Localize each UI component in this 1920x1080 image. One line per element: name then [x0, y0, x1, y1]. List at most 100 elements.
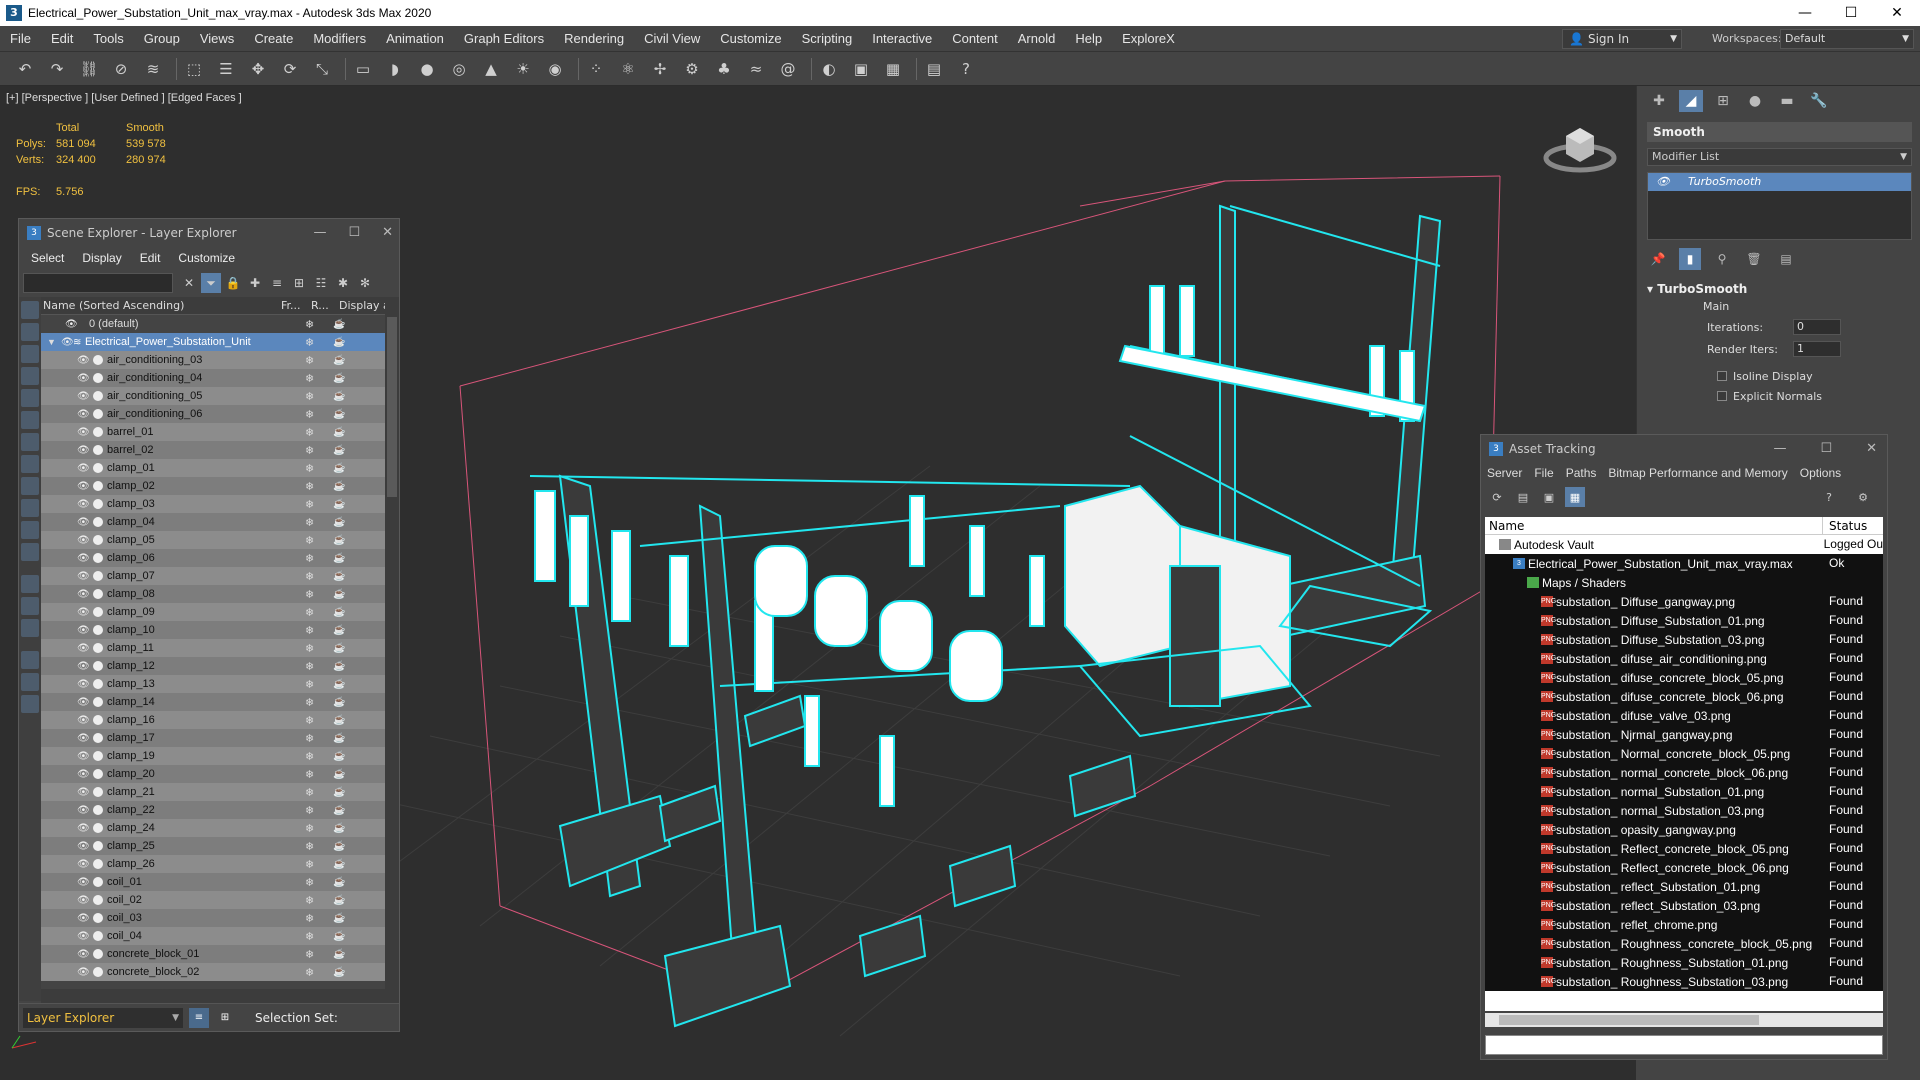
viewport-label[interactable]: [+] [Perspective ] [User Defined ] [Edge… [6, 92, 242, 104]
search-input[interactable] [23, 273, 173, 293]
table-row[interactable]: PNG substation_ normal_Substation_01.png F… [1485, 782, 1883, 801]
menu-file[interactable]: File [0, 31, 41, 46]
iterations-spinner[interactable]: 0 [1793, 319, 1841, 335]
menu-create[interactable]: Create [244, 31, 303, 46]
maximize-button[interactable]: ☐ [1828, 0, 1874, 26]
freeze-icon[interactable]: ❄ [305, 966, 314, 979]
hair-icon[interactable]: ≈ [743, 56, 769, 82]
eye-icon[interactable]: 👁 [77, 391, 90, 402]
freeze-icon[interactable]: ❄ [305, 390, 314, 403]
horizontal-scrollbar[interactable] [1485, 1013, 1883, 1027]
eye-icon[interactable]: 👁 [77, 679, 90, 690]
undo-icon[interactable]: ↶ [12, 56, 38, 82]
workspace-select[interactable]: Default ▼ [1780, 29, 1914, 49]
list-item[interactable]: 👁 clamp_08 ❄ ☕ [41, 585, 399, 603]
create-tab-icon[interactable]: ✚ [1647, 90, 1671, 112]
list-item[interactable]: 👁 clamp_14 ❄ ☕ [41, 693, 399, 711]
isoline-display-checkbox[interactable]: Isoline Display [1717, 366, 1912, 386]
render-icon[interactable]: ☕ [333, 859, 345, 870]
gear-icon[interactable]: ⚙ [679, 56, 705, 82]
list-item[interactable]: 👁 air_conditioning_04 ❄ ☕ [41, 369, 399, 387]
list-item[interactable]: 👁 air_conditioning_03 ❄ ☕ [41, 351, 399, 369]
stack-icon[interactable]: ☷ [311, 273, 331, 293]
freeze-icon[interactable]: ❄ [305, 318, 314, 331]
render-iters-spinner[interactable]: 1 [1793, 341, 1841, 357]
render-icon[interactable]: ☕ [333, 427, 345, 438]
cone-icon[interactable]: ◗ [382, 56, 408, 82]
menu-group[interactable]: Group [134, 31, 190, 46]
layers-icon[interactable]: ≡ [267, 273, 287, 293]
settings-icon[interactable]: ⚙ [1853, 487, 1873, 507]
close-button[interactable]: ✕ [1866, 441, 1877, 456]
table-row[interactable]: PNG substation_ Njrmal_gangway.png Found [1485, 725, 1883, 744]
freeze-icon[interactable]: ❄ [305, 426, 314, 439]
frame-buffer-icon[interactable]: ▤ [921, 56, 947, 82]
eye-icon[interactable]: 👁 [77, 463, 90, 474]
freeze-icon[interactable]: ❄ [305, 462, 314, 475]
eye-icon[interactable]: 👁 [77, 877, 90, 888]
eye-icon[interactable]: 👁 [77, 571, 90, 582]
minimize-button[interactable]: — [1782, 0, 1828, 26]
table-row[interactable]: Maps / Shaders [1485, 573, 1883, 592]
menu-animation[interactable]: Animation [376, 31, 454, 46]
table-row[interactable]: PNG substation_ opasity_gangway.png Found [1485, 820, 1883, 839]
menu-graph-editors[interactable]: Graph Editors [454, 31, 554, 46]
freeze-icon[interactable]: ❄ [305, 714, 314, 727]
list-item[interactable]: 👁 clamp_21 ❄ ☕ [41, 783, 399, 801]
table-row[interactable]: PNG substation_ Diffuse_gangway.png Found [1485, 592, 1883, 611]
redo-icon[interactable]: ↷ [44, 56, 70, 82]
funnel-icon[interactable] [21, 673, 39, 691]
render-icon[interactable]: ☕ [333, 697, 345, 708]
column-status[interactable]: Status [1823, 517, 1867, 534]
render-icon[interactable]: ☕ [333, 769, 345, 780]
list-item[interactable]: 👁 clamp_09 ❄ ☕ [41, 603, 399, 621]
display-containers-icon[interactable] [21, 499, 39, 517]
table-row[interactable]: PNG substation_ Normal_concrete_block_05.… [1485, 744, 1883, 763]
freeze-icon[interactable]: ❄ [305, 930, 314, 943]
freeze-icon[interactable]: ❄ [305, 552, 314, 565]
render-icon[interactable]: ☕ [333, 715, 345, 726]
eye-icon[interactable]: 👁 [77, 733, 90, 744]
remove-modifier-icon[interactable]: 🗑 [1743, 248, 1765, 270]
menu-paths[interactable]: Paths [1566, 466, 1597, 480]
list-item[interactable]: 👁 clamp_17 ❄ ☕ [41, 729, 399, 747]
eye-icon[interactable]: 👁 [77, 751, 90, 762]
menu-customize[interactable]: Customize [178, 251, 235, 265]
filter-icon[interactable]: ⏷ [201, 273, 221, 293]
render-icon[interactable]: ☕ [333, 751, 345, 762]
list-item[interactable]: 👁 coil_03 ❄ ☕ [41, 909, 399, 927]
render-icon[interactable]: ☕ [333, 967, 345, 978]
list-view-icon[interactable]: ▤ [1513, 487, 1533, 507]
column-name[interactable]: Name [1485, 517, 1823, 534]
menu-scripting[interactable]: Scripting [792, 31, 863, 46]
table-row[interactable]: PNG substation_ normal_Substation_03.png F… [1485, 801, 1883, 820]
eye-icon[interactable]: 👁 [77, 643, 90, 654]
list-item[interactable]: 👁 coil_04 ❄ ☕ [41, 927, 399, 945]
table-row[interactable]: PNG substation_ normal_concrete_block_06.… [1485, 763, 1883, 782]
eye-icon[interactable]: 👁 [77, 373, 90, 384]
modifier-list-dropdown[interactable]: Modifier List ▼ [1647, 148, 1912, 166]
freeze-icon[interactable]: ❄ [305, 786, 314, 799]
render-icon[interactable]: ☕ [333, 679, 345, 690]
render-icon[interactable]: ☕ [333, 463, 345, 474]
list-item[interactable]: 👁 air_conditioning_05 ❄ ☕ [41, 387, 399, 405]
eye-icon[interactable]: 👁 [65, 319, 78, 330]
list-item[interactable]: 👁 clamp_07 ❄ ☕ [41, 567, 399, 585]
freeze-icon[interactable]: ❄ [305, 588, 314, 601]
display-spacewarps-icon[interactable] [21, 411, 39, 429]
table-row[interactable]: PNG substation_ Reflect_concrete_block_06… [1485, 858, 1883, 877]
maximize-button[interactable]: ☐ [1820, 441, 1832, 456]
table-row[interactable]: PNG substation_ Roughness_Substation_03.p… [1485, 972, 1883, 991]
list-item[interactable]: 👁 clamp_19 ❄ ☕ [41, 747, 399, 765]
menu-server[interactable]: Server [1487, 466, 1522, 480]
path-input[interactable] [1485, 1035, 1883, 1055]
render-icon[interactable]: ☕ [333, 391, 345, 402]
display-none-icon[interactable] [21, 597, 39, 615]
close-button[interactable]: ✕ [382, 225, 393, 240]
freeze-icon[interactable]: ❄ [305, 858, 314, 871]
eye-icon[interactable]: 👁 [77, 553, 90, 564]
object-name-field[interactable]: Smooth [1647, 122, 1912, 142]
dock-icon[interactable] [21, 695, 39, 713]
menu-explorex[interactable]: ExploreX [1112, 31, 1185, 46]
maximize-button[interactable]: ☐ [348, 225, 360, 240]
